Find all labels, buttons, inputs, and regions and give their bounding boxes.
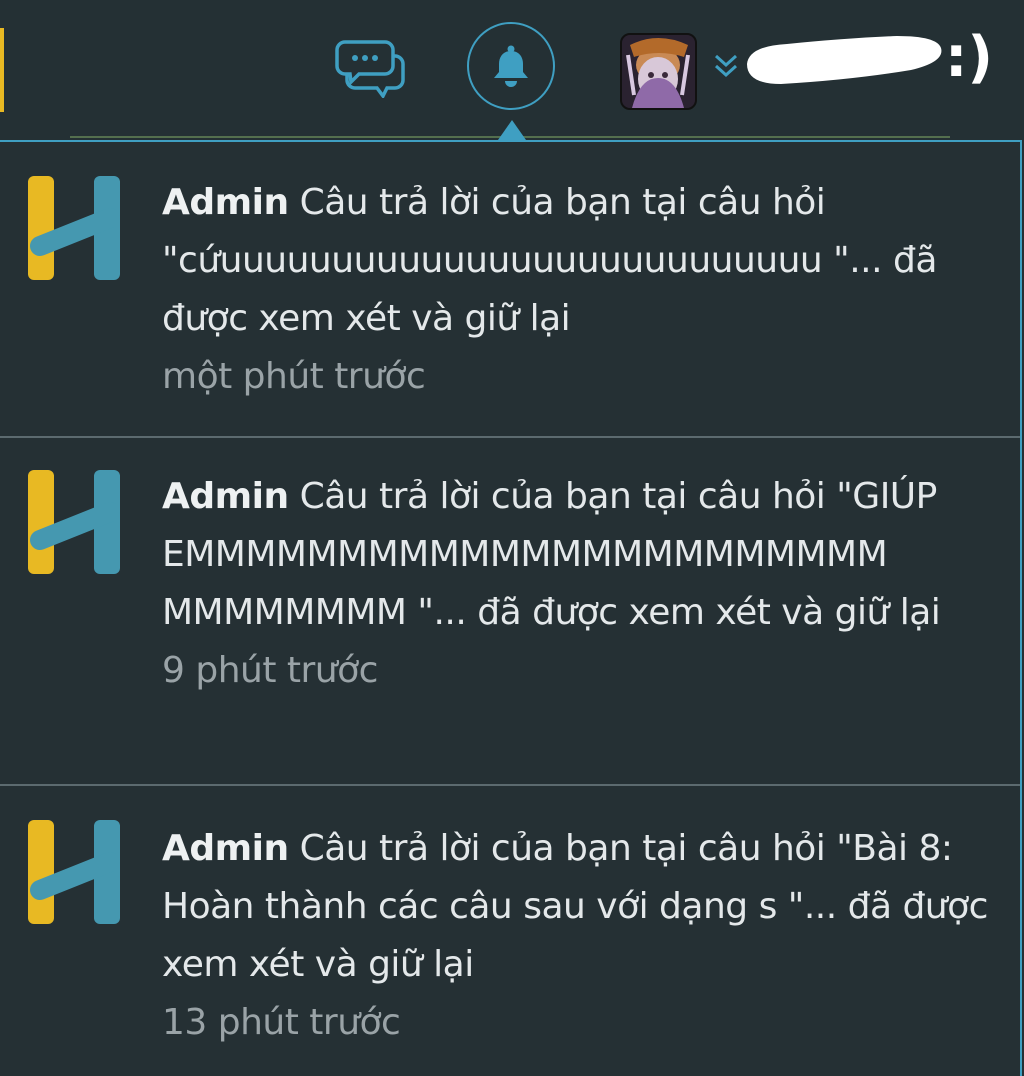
notification-time: một phút trước: [162, 356, 426, 397]
notification-bell-button[interactable]: [467, 22, 555, 110]
chevron-double-down-icon[interactable]: [712, 50, 740, 84]
notification-time: 13 phút trước: [162, 1002, 401, 1043]
hoc24-logo-icon: [24, 172, 124, 282]
hoc24-logo-icon: [24, 816, 124, 926]
notification-dropdown: Admin Câu trả lời của bạn tại câu hỏi "c…: [0, 140, 1022, 1076]
top-navbar: :): [0, 0, 1024, 140]
notification-time: 9 phút trước: [162, 650, 378, 691]
notification-item[interactable]: Admin Câu trả lời của bạn tại câu hỏi "G…: [0, 438, 1020, 786]
notification-item[interactable]: Admin Câu trả lời của bạn tại câu hỏi "c…: [0, 142, 1020, 438]
chat-bubbles-icon[interactable]: [335, 38, 407, 100]
hoc24-logo-icon: [24, 466, 124, 576]
smiley-text: :): [945, 25, 993, 90]
notification-sender: Admin: [162, 476, 289, 517]
user-avatar[interactable]: [620, 33, 697, 110]
left-accent-bar: [0, 28, 4, 112]
dropdown-pointer: [498, 120, 526, 140]
notification-sender: Admin: [162, 828, 289, 869]
notification-sender: Admin: [162, 182, 289, 223]
username-redacted[interactable]: [737, 30, 945, 94]
bell-icon: [494, 45, 528, 87]
notification-item[interactable]: Admin Câu trả lời của bạn tại câu hỏi "B…: [0, 786, 1020, 1076]
